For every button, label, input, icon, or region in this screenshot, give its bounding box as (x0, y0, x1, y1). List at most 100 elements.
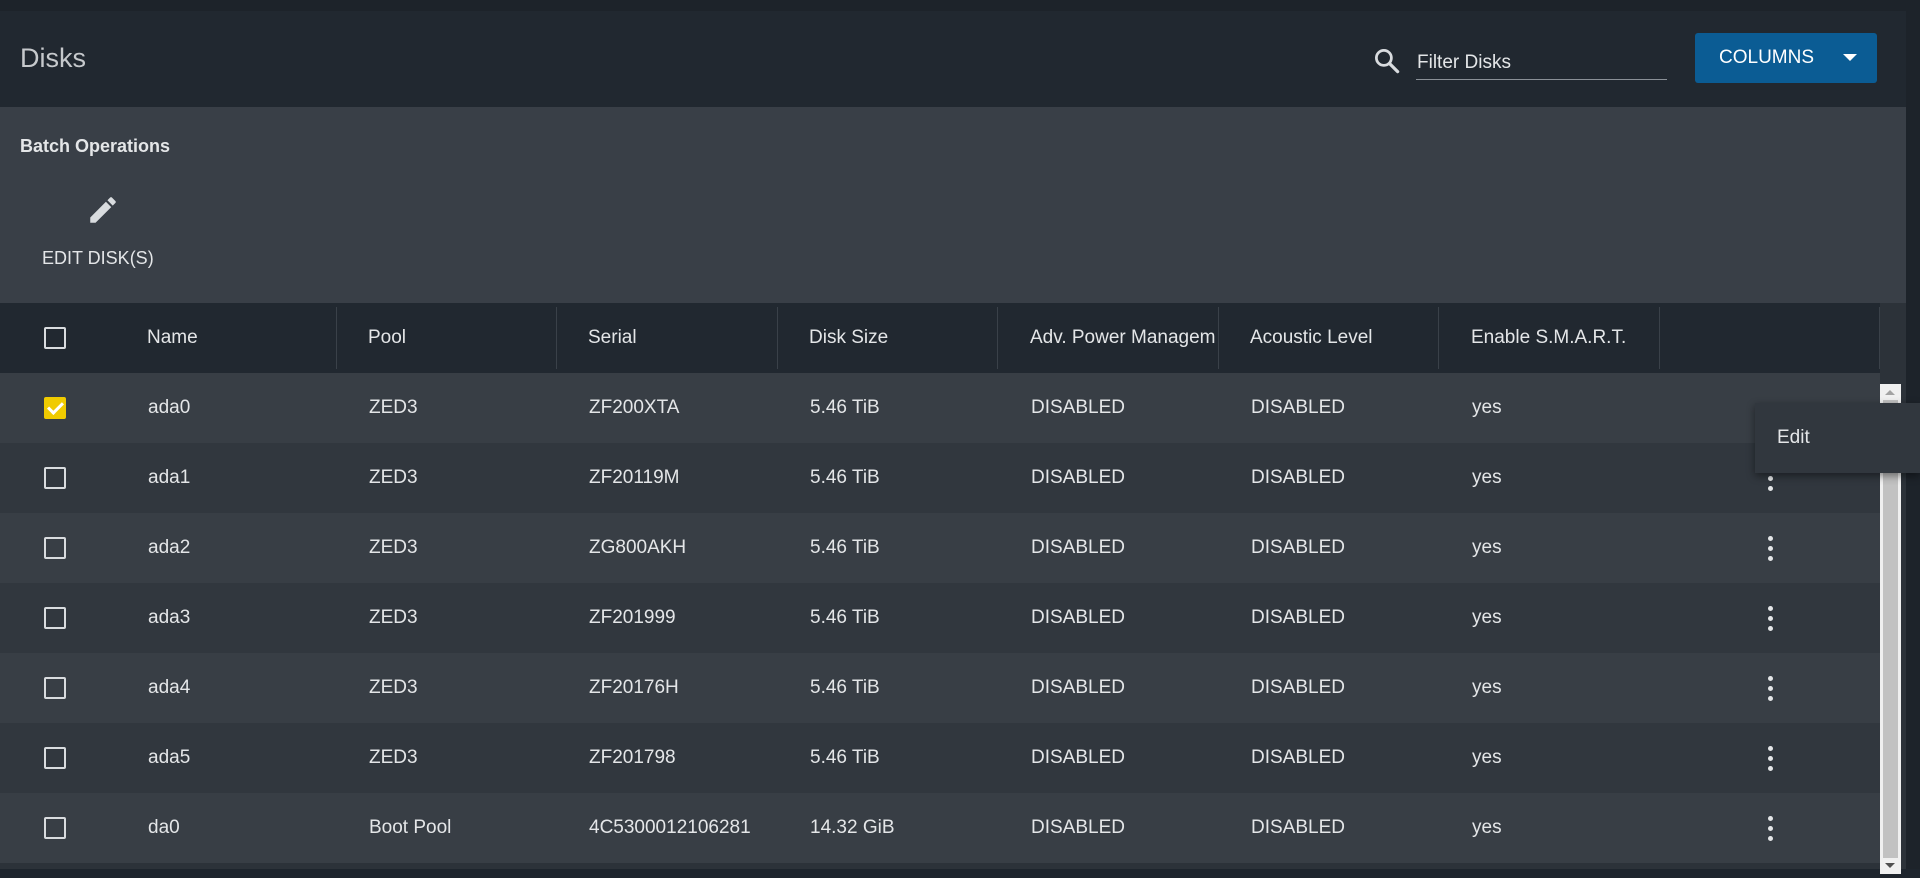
cell-acoustic-level: DISABLED (1251, 537, 1345, 558)
cell-enable-smart: yes (1472, 677, 1502, 698)
cell-enable-smart: yes (1472, 537, 1502, 558)
cell-serial: ZF200XTA (589, 397, 680, 418)
caret-down-icon (1843, 54, 1857, 61)
column-header-disk-size[interactable]: Disk Size (809, 303, 989, 373)
column-header-name[interactable]: Name (147, 303, 327, 373)
cell-serial: ZF201798 (589, 747, 676, 768)
row-checkbox[interactable] (44, 467, 66, 489)
column-divider[interactable] (1218, 307, 1219, 369)
table-row[interactable]: ada1 ZED3 ZF20119M 5.46 TiB DISABLED DIS… (0, 443, 1880, 513)
column-divider[interactable] (777, 307, 778, 369)
more-vert-icon[interactable] (1762, 676, 1778, 702)
cell-enable-smart: yes (1472, 397, 1502, 418)
table-row[interactable]: da0 Boot Pool 4C5300012106281 14.32 GiB … (0, 793, 1880, 863)
more-vert-icon[interactable] (1762, 536, 1778, 562)
table-row[interactable]: ada3 ZED3 ZF201999 5.46 TiB DISABLED DIS… (0, 583, 1880, 653)
cell-acoustic-level: DISABLED (1251, 607, 1345, 628)
panel-header: Disks COLUMNS (0, 11, 1906, 107)
cell-adv-power-management: DISABLED (1031, 537, 1125, 558)
more-vert-icon[interactable] (1762, 746, 1778, 772)
column-divider[interactable] (556, 307, 557, 369)
row-checkbox[interactable] (44, 817, 66, 839)
column-header-enable-smart[interactable]: Enable S.M.A.R.T. (1471, 303, 1671, 373)
row-checkbox[interactable] (44, 677, 66, 699)
cell-acoustic-level: DISABLED (1251, 677, 1345, 698)
edit-disks-button[interactable]: EDIT DISK(S) (36, 189, 168, 279)
cell-pool: ZED3 (369, 677, 418, 698)
cell-serial: ZF20119M (589, 467, 680, 488)
batch-operations: Batch Operations EDIT DISK(S) (0, 107, 1906, 303)
scroll-down-arrow-icon[interactable] (1885, 863, 1895, 868)
cell-pool: Boot Pool (369, 817, 452, 838)
column-divider[interactable] (1659, 307, 1660, 369)
cell-disk-size: 5.46 TiB (810, 607, 880, 628)
cell-adv-power-management: DISABLED (1031, 397, 1125, 418)
cell-disk-size: 5.46 TiB (810, 397, 880, 418)
column-divider[interactable] (1438, 307, 1439, 369)
cell-serial: ZG800AKH (589, 537, 687, 558)
cell-name: ada1 (148, 467, 191, 488)
table-row[interactable]: ada5 ZED3 ZF201798 5.46 TiB DISABLED DIS… (0, 723, 1880, 793)
columns-button-label: COLUMNS (1719, 47, 1815, 68)
cell-adv-power-management: DISABLED (1031, 607, 1125, 628)
column-header-acoustic-level[interactable]: Acoustic Level (1250, 303, 1430, 373)
cell-name: ada5 (148, 747, 191, 768)
more-vert-icon[interactable] (1762, 816, 1778, 842)
pencil-icon (90, 197, 116, 223)
columns-button[interactable]: COLUMNS (1695, 33, 1877, 83)
cell-pool: ZED3 (369, 467, 418, 488)
cell-name: ada2 (148, 537, 191, 558)
cell-pool: ZED3 (369, 747, 418, 768)
row-checkbox[interactable] (44, 607, 66, 629)
page-title: Disks (20, 43, 86, 73)
cell-acoustic-level: DISABLED (1251, 747, 1345, 768)
table-header: Name Pool Serial Disk Size Adv. Power Ma… (0, 303, 1880, 373)
cell-name: ada0 (148, 397, 191, 418)
cell-serial: ZF201999 (589, 607, 676, 628)
cell-enable-smart: yes (1472, 467, 1502, 488)
column-divider[interactable] (336, 307, 337, 369)
cell-acoustic-level: DISABLED (1251, 817, 1345, 838)
top-strip (0, 0, 1920, 11)
table-row[interactable]: ada4 ZED3 ZF20176H 5.46 TiB DISABLED DIS… (0, 653, 1880, 723)
column-divider[interactable] (997, 307, 998, 369)
cell-disk-size: 5.46 TiB (810, 467, 880, 488)
menu-item-edit[interactable]: Edit (1777, 403, 1810, 473)
column-divider (1879, 307, 1880, 369)
row-actions-menu: Edit (1755, 403, 1920, 473)
cell-pool: ZED3 (369, 607, 418, 628)
disks-panel: Disks COLUMNS Batch Operations EDIT DISK… (0, 11, 1920, 874)
cell-adv-power-management: DISABLED (1031, 467, 1125, 488)
column-header-adv-power-management[interactable]: Adv. Power Managem (1030, 303, 1219, 373)
cell-disk-size: 5.46 TiB (810, 747, 880, 768)
row-checkbox[interactable] (44, 397, 66, 419)
select-all-checkbox[interactable] (44, 327, 66, 349)
table-body: ada0 ZED3 ZF200XTA 5.46 TiB DISABLED DIS… (0, 373, 1880, 878)
cell-enable-smart: yes (1472, 607, 1502, 628)
cell-disk-size: 14.32 GiB (810, 817, 895, 838)
table-row[interactable]: ada0 ZED3 ZF200XTA 5.46 TiB DISABLED DIS… (0, 373, 1880, 443)
row-checkbox[interactable] (44, 537, 66, 559)
cell-acoustic-level: DISABLED (1251, 397, 1345, 418)
filter-disks-input[interactable] (1416, 47, 1667, 80)
edit-disks-label: EDIT DISK(S) (42, 248, 154, 268)
cell-adv-power-management: DISABLED (1031, 677, 1125, 698)
cell-serial: ZF20176H (589, 677, 679, 698)
column-header-pool[interactable]: Pool (368, 303, 548, 373)
cell-acoustic-level: DISABLED (1251, 467, 1345, 488)
cell-disk-size: 5.46 TiB (810, 537, 880, 558)
more-vert-icon[interactable] (1762, 606, 1778, 632)
cell-name: ada4 (148, 677, 191, 698)
table-row[interactable]: ada2 ZED3 ZG800AKH 5.46 TiB DISABLED DIS… (0, 513, 1880, 583)
cell-pool: ZED3 (369, 537, 418, 558)
column-header-serial[interactable]: Serial (588, 303, 768, 373)
cell-adv-power-management: DISABLED (1031, 747, 1125, 768)
search-icon[interactable] (1372, 46, 1402, 76)
cell-name: da0 (148, 817, 180, 838)
cell-enable-smart: yes (1472, 817, 1502, 838)
scroll-up-arrow-icon[interactable] (1885, 390, 1895, 395)
cell-pool: ZED3 (369, 397, 418, 418)
batch-operations-title: Batch Operations (20, 136, 171, 156)
cell-adv-power-management: DISABLED (1031, 817, 1125, 838)
row-checkbox[interactable] (44, 747, 66, 769)
